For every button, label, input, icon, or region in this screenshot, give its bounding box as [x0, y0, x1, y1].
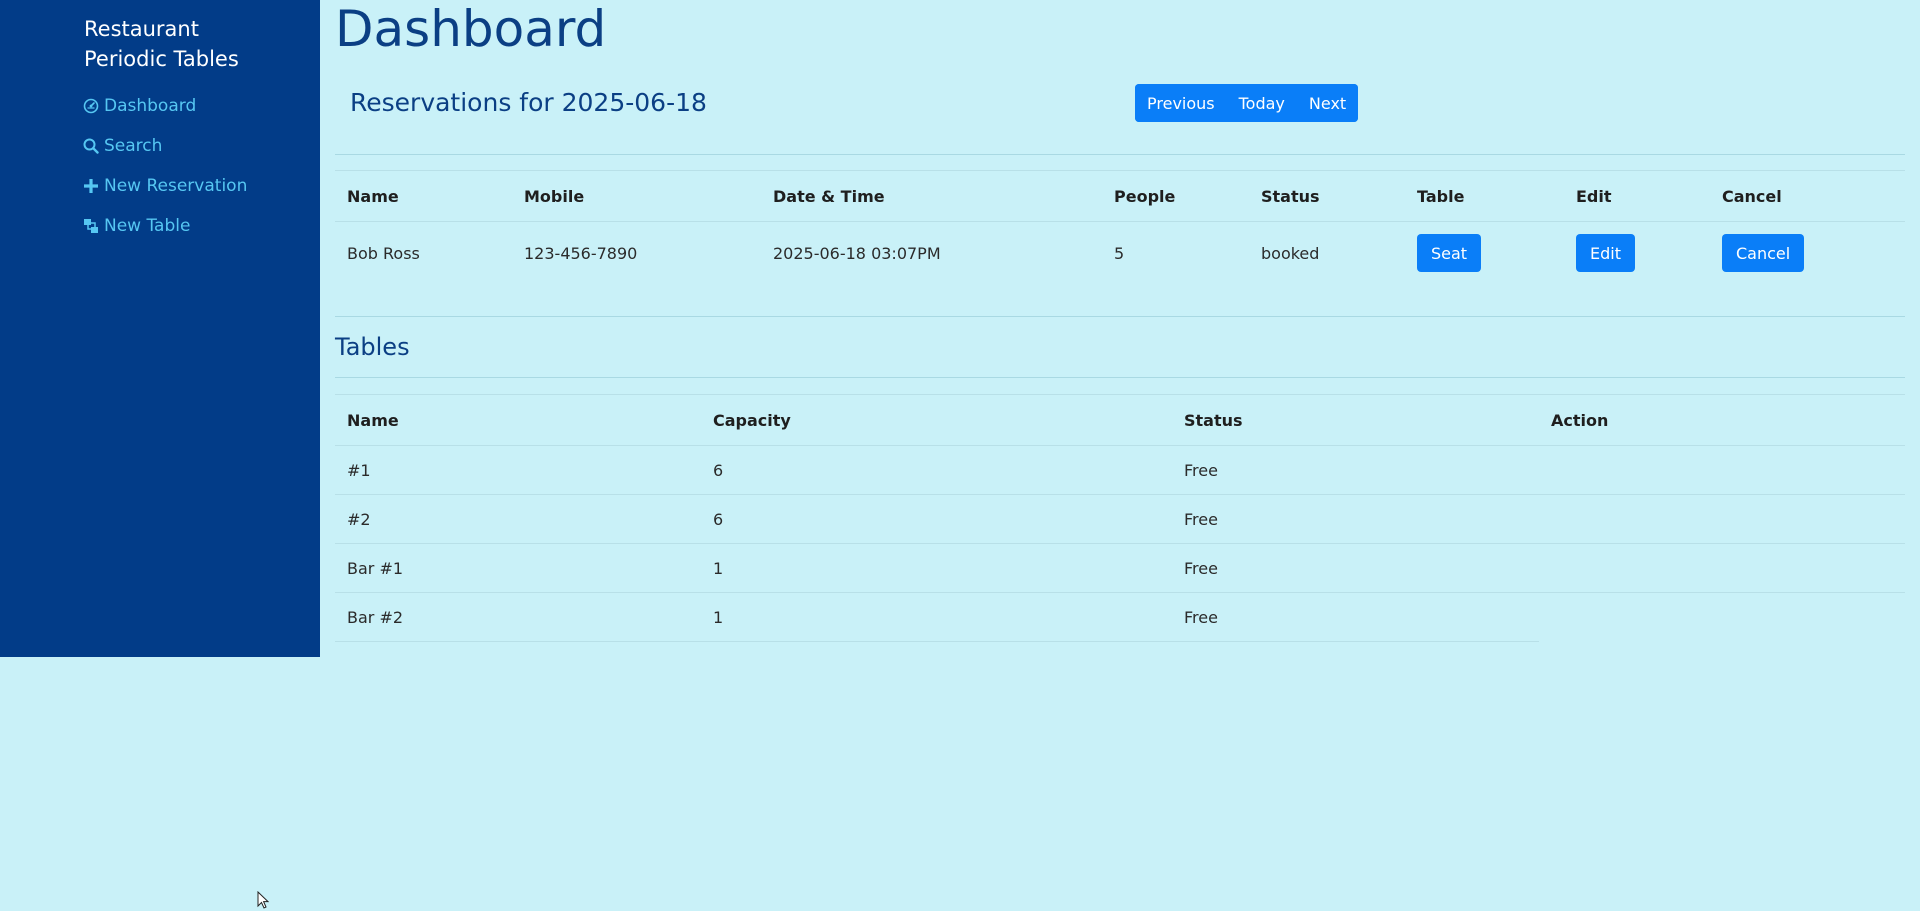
table-row: Bob Ross 123-456-7890 2025-06-18 03:07PM… — [335, 222, 1905, 285]
divider — [335, 316, 1905, 317]
table-name: #1 — [335, 445, 701, 495]
table-status: Free — [1172, 445, 1539, 495]
column-header: Action — [1539, 394, 1905, 446]
table-action — [1539, 543, 1905, 593]
table-action — [1539, 445, 1905, 495]
cancel-button[interactable]: Cancel — [1722, 234, 1805, 272]
mouse-cursor-icon — [257, 891, 269, 909]
table-status: Free — [1172, 494, 1539, 544]
column-header: Capacity — [701, 394, 1172, 446]
table-row: #2 6 Free — [335, 494, 1905, 544]
brand-title[interactable]: Restaurant Periodic Tables — [84, 14, 284, 74]
column-header: People — [1102, 170, 1249, 222]
tables-icon — [83, 218, 99, 234]
next-button[interactable]: Next — [1296, 84, 1359, 122]
sidebar-item-label: Dashboard — [104, 96, 197, 116]
column-header: Edit — [1564, 170, 1710, 222]
table-capacity: 6 — [701, 445, 1172, 495]
table-status: Free — [1172, 543, 1539, 593]
seat-cell: Seat — [1405, 222, 1564, 285]
sidebar-item-label: Search — [104, 136, 163, 156]
previous-button[interactable]: Previous — [1135, 84, 1227, 122]
reservations-table: Name Mobile Date & Time People Status Ta… — [335, 170, 1905, 284]
today-button[interactable]: Today — [1226, 84, 1297, 122]
tables-heading: Tables — [335, 333, 410, 361]
column-header: Status — [1249, 170, 1405, 222]
table-status: Free — [1172, 592, 1539, 642]
sidebar-item-dashboard[interactable]: Dashboard — [83, 86, 247, 126]
column-header: Date & Time — [761, 170, 1102, 222]
sidebar: Restaurant Periodic Tables Dashboard Sea… — [0, 0, 320, 657]
column-header: Status — [1172, 394, 1539, 446]
table-row: #1 6 Free — [335, 445, 1905, 495]
table-row: Bar #1 1 Free — [335, 543, 1905, 593]
reservation-datetime: 2025-06-18 03:07PM — [773, 243, 941, 263]
date-nav-group: Previous Today Next — [1135, 84, 1359, 122]
column-header: Name — [335, 170, 512, 222]
table-name: #2 — [335, 494, 701, 544]
sidebar-nav: Dashboard Search New Reservation New Tab… — [83, 86, 247, 246]
sidebar-item-new-reservation[interactable]: New Reservation — [83, 166, 247, 206]
reservation-name: Bob Ross — [347, 243, 420, 263]
table-action — [1539, 494, 1905, 544]
reservation-people: 5 — [1114, 243, 1125, 263]
reservations-heading: Reservations for 2025-06-18 — [350, 88, 707, 117]
reservation-mobile: 123-456-7890 — [524, 243, 638, 263]
sidebar-item-search[interactable]: Search — [83, 126, 247, 166]
table-header-row: Name Mobile Date & Time People Status Ta… — [335, 170, 1905, 222]
seat-button[interactable]: Seat — [1417, 234, 1482, 272]
table-capacity: 1 — [701, 543, 1172, 593]
divider — [335, 154, 1905, 155]
column-header: Table — [1405, 170, 1564, 222]
edit-cell: Edit — [1564, 222, 1710, 285]
table-header-row: Name Capacity Status Action — [335, 394, 1905, 446]
plus-icon — [83, 178, 99, 194]
sidebar-item-label: New Reservation — [104, 176, 248, 196]
column-header: Name — [335, 394, 701, 446]
column-header: Cancel — [1710, 170, 1905, 222]
edit-button[interactable]: Edit — [1576, 234, 1635, 272]
table-name: Bar #1 — [335, 543, 701, 593]
table-capacity: 1 — [701, 592, 1172, 642]
cancel-cell: Cancel — [1710, 222, 1905, 285]
reservation-status: booked — [1261, 243, 1320, 263]
divider — [335, 377, 1905, 378]
table-action — [1539, 593, 1905, 642]
column-header: Mobile — [512, 170, 761, 222]
dashboard-icon — [83, 98, 99, 114]
page-title: Dashboard — [335, 0, 607, 58]
table-row: Bar #2 1 Free — [335, 592, 1905, 642]
sidebar-item-label: New Table — [104, 216, 191, 236]
tables-table: Name Capacity Status Action #1 6 Free #2… — [335, 394, 1905, 642]
sidebar-item-new-table[interactable]: New Table — [83, 206, 247, 246]
search-icon — [83, 138, 99, 154]
table-capacity: 6 — [701, 494, 1172, 544]
table-name: Bar #2 — [335, 592, 701, 642]
